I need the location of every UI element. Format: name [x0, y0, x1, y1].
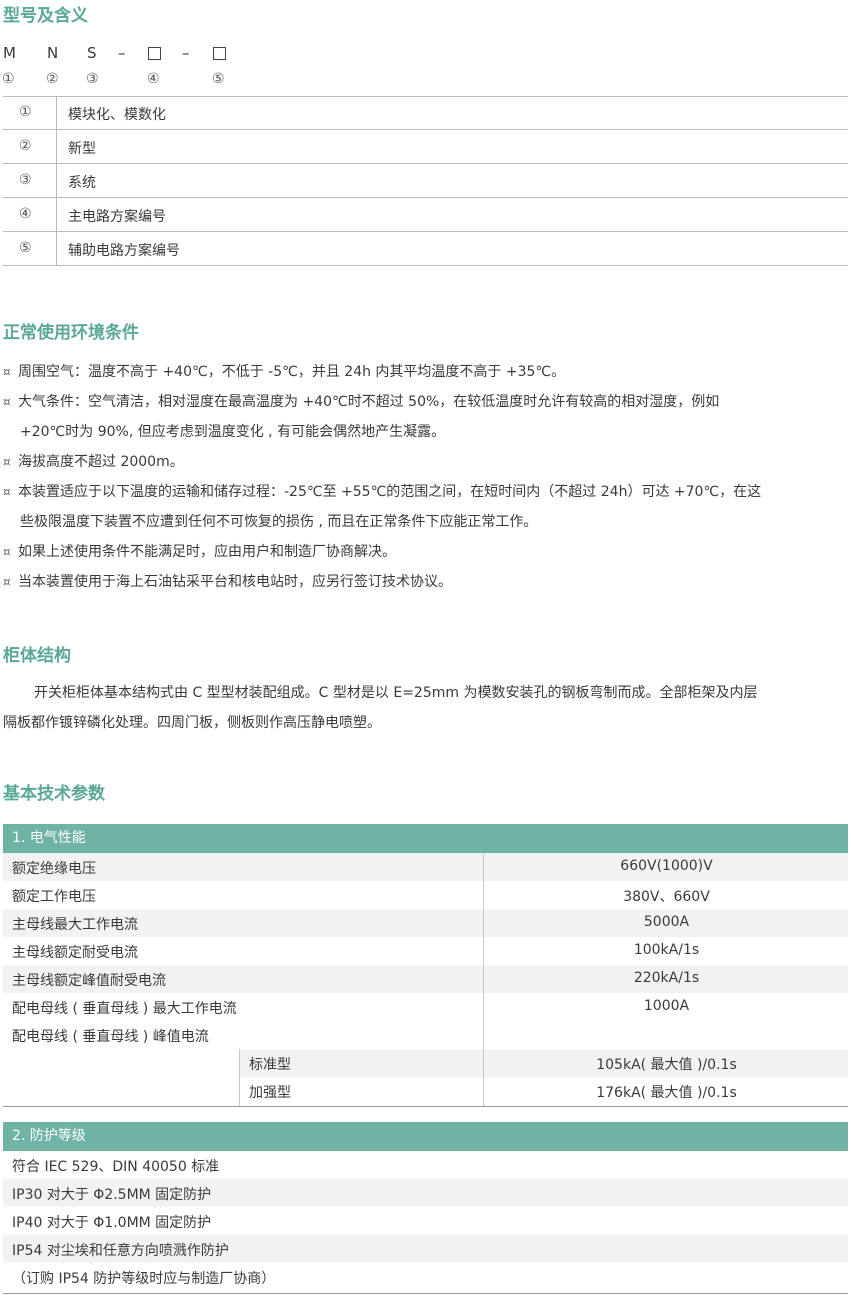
param-sublabel: 标准型	[249, 1057, 291, 1073]
code-num-1: ①	[2, 71, 15, 87]
meaning-row: ③ 系统	[3, 164, 848, 198]
param-value: 100kA/1s	[633, 942, 700, 958]
table-row: IP40 对大于 Φ1.0MM 固定防护	[3, 1207, 848, 1235]
subrow-column-divider	[239, 1049, 240, 1107]
param-label: 主母线额定峰值耐受电流	[12, 973, 166, 989]
protection-table-bottom-rule	[3, 1293, 848, 1294]
bullet-icon: ¤	[3, 485, 11, 499]
meaning-text: 模块化、模数化	[68, 107, 166, 123]
protection-item: IP54 对尘埃和任意方向喷溅作防护	[12, 1243, 229, 1259]
meaning-num: ③	[19, 172, 32, 188]
meaning-num: ①	[19, 104, 32, 120]
meaning-row: ⑤ 辅助电路方案编号	[3, 232, 848, 266]
bullet-icon: ¤	[3, 575, 11, 589]
protection-item: IP40 对大于 Φ1.0MM 固定防护	[12, 1215, 212, 1231]
table-row: IP54 对尘埃和任意方向喷溅作防护	[3, 1235, 848, 1263]
param-value: 660V(1000)V	[620, 858, 713, 874]
list-item-text: 本装置适应于以下温度的运输和储存过程：-25℃至 +55℃的范围之间，在短时间内…	[18, 484, 762, 500]
list-item-continuation: +20℃时为 90%, 但应考虑到温度变化 , 有可能会偶然地产生凝露。	[20, 424, 446, 440]
param-label: 配电母线 ( 垂直母线 ) 峰值电流	[12, 1029, 209, 1045]
list-item: ¤ 如果上述使用条件不能满足时，应由用户和制造厂协商解决。	[3, 537, 851, 567]
structure-paragraph-line1: 开关柜柜体基本结构式由 C 型型材装配组成。C 型材是以 E=25mm 为模数安…	[34, 685, 758, 701]
table-row: 主母线最大工作电流 5000A	[3, 909, 848, 937]
table-row: 额定绝缘电压 660V(1000)V	[3, 853, 848, 881]
params-section-title: 基本技术参数	[3, 784, 105, 804]
param-label: 配电母线 ( 垂直母线 ) 最大工作电流	[12, 1001, 237, 1017]
bullet-icon: ¤	[3, 455, 11, 469]
param-value: 176kA( 最大值 )/0.1s	[596, 1085, 737, 1101]
param-value: 1000A	[643, 998, 690, 1014]
protection-table-header: 2. 防护等级	[3, 1122, 848, 1151]
bullet-icon: ¤	[3, 395, 11, 409]
param-value: 5000A	[643, 914, 690, 930]
code-box-5	[213, 47, 226, 60]
table-row: 加强型 176kA( 最大值 )/0.1s	[3, 1077, 848, 1105]
table-row: 标准型 105kA( 最大值 )/0.1s	[3, 1049, 848, 1077]
param-label: 主母线额定耐受电流	[12, 945, 138, 961]
param-value: 380V、660V	[623, 889, 710, 905]
table-row: 主母线额定耐受电流 100kA/1s	[3, 937, 848, 965]
table-row: （订购 IP54 防护等级时应与制造厂协商）	[3, 1263, 848, 1291]
meaning-row: ① 模块化、模数化	[3, 96, 848, 130]
table-row: 额定工作电压 380V、660V	[3, 881, 848, 909]
environment-section-title: 正常使用环境条件	[3, 323, 139, 343]
param-label: 主母线最大工作电流	[12, 917, 138, 933]
code-dash-1: –	[118, 44, 126, 62]
code-letter-s: S	[87, 44, 97, 62]
list-item: ¤ 当本装置使用于海上石油钻采平台和核电站时，应另行签订技术协议。	[3, 567, 851, 597]
code-letter-m: M	[3, 44, 16, 62]
structure-section-title: 柜体结构	[3, 646, 71, 666]
list-item-text: 当本装置使用于海上石油钻采平台和核电站时，应另行签订技术协议。	[18, 574, 452, 590]
code-letter-n: N	[47, 44, 59, 62]
meaning-num: ④	[19, 206, 32, 222]
table-row: 主母线额定峰值耐受电流 220kA/1s	[3, 965, 848, 993]
code-num-2: ②	[46, 71, 59, 87]
meaning-num: ②	[19, 138, 32, 154]
list-item-continuation: 些极限温度下装置不应遭到任何不可恢复的损伤 , 而且在正常条件下应能正常工作。	[20, 514, 538, 530]
meaning-text: 系统	[68, 175, 96, 191]
meaning-text: 新型	[68, 141, 96, 157]
param-value: 220kA/1s	[633, 970, 700, 986]
protection-item: 符合 IEC 529、DIN 40050 标准	[12, 1159, 220, 1175]
code-dash-2: –	[182, 44, 190, 62]
list-item: ¤ 本装置适应于以下温度的运输和储存过程：-25℃至 +55℃的范围之间，在短时间…	[3, 477, 851, 507]
code-box-4	[148, 47, 161, 60]
list-item: ¤ 大气条件：空气清洁，相对湿度在最高温度为 +40℃时不超过 50%，在较低温度…	[3, 387, 851, 417]
meaning-text: 辅助电路方案编号	[68, 243, 180, 259]
code-num-3: ③	[86, 71, 99, 87]
protection-item: （订购 IP54 防护等级时应与制造厂协商）	[12, 1271, 276, 1287]
list-item: ¤ 海拔高度不超过 2000m。	[3, 447, 851, 477]
model-section-title: 型号及含义	[3, 6, 88, 26]
meaning-row: ② 新型	[3, 130, 848, 164]
list-item-text: 海拔高度不超过 2000m。	[18, 454, 184, 470]
table-row: 配电母线 ( 垂直母线 ) 峰值电流	[3, 1021, 848, 1049]
param-value: 105kA( 最大值 )/0.1s	[596, 1057, 737, 1073]
param-label: 额定绝缘电压	[12, 861, 96, 877]
structure-paragraph-line2: 隔板都作镀锌磷化处理。四周门板，侧板则作高压静电喷塑。	[3, 715, 381, 731]
list-item-text: 周围空气：温度不高于 +40℃，不低于 -5℃，并且 24h 内其平均温度不高于…	[18, 364, 566, 380]
list-item-text: 大气条件：空气清洁，相对湿度在最高温度为 +40℃时不超过 50%，在较低温度时…	[18, 394, 720, 410]
value-column-divider	[483, 853, 484, 1107]
param-sublabel: 加强型	[249, 1085, 291, 1101]
electrical-table-bottom-rule	[3, 1106, 848, 1107]
meaning-text: 主电路方案编号	[68, 209, 166, 225]
table-row: 符合 IEC 529、DIN 40050 标准	[3, 1151, 848, 1179]
protection-item: IP30 对大于 Φ2.5MM 固定防护	[12, 1187, 212, 1203]
electrical-table-header: 1. 电气性能	[3, 824, 848, 853]
bullet-icon: ¤	[3, 545, 11, 559]
bullet-icon: ¤	[3, 365, 11, 379]
meaning-num: ⑤	[19, 240, 32, 256]
meaning-row: ④ 主电路方案编号	[3, 198, 848, 232]
table-row: IP30 对大于 Φ2.5MM 固定防护	[3, 1179, 848, 1207]
code-num-5: ⑤	[212, 71, 225, 87]
list-item: ¤ 周围空气：温度不高于 +40℃，不低于 -5℃，并且 24h 内其平均温度不高…	[3, 357, 851, 387]
code-num-4: ④	[147, 71, 160, 87]
param-label: 额定工作电压	[12, 889, 96, 905]
table-row: 配电母线 ( 垂直母线 ) 最大工作电流 1000A	[3, 993, 848, 1021]
list-item-text: 如果上述使用条件不能满足时，应由用户和制造厂协商解决。	[18, 544, 396, 560]
